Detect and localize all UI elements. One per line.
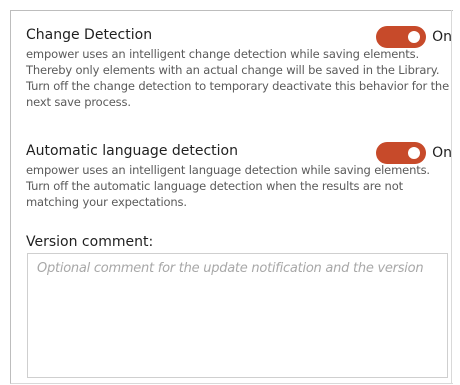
language-detection-section: Automatic language detection On empower … [26, 142, 452, 210]
change-detection-description: empower uses an intelligent change detec… [26, 47, 449, 109]
change-detection-toggle[interactable] [376, 26, 427, 48]
change-detection-section: Change Detection On empower uses an inte… [26, 26, 452, 110]
language-detection-toggle[interactable] [376, 142, 427, 164]
language-detection-toggle-group[interactable]: On [376, 142, 452, 164]
toggle-knob [408, 147, 421, 159]
version-comment-label: Version comment: [26, 234, 154, 250]
version-comment-input[interactable] [27, 253, 448, 378]
toggle-knob [408, 31, 421, 43]
change-detection-toggle-group[interactable]: On [376, 26, 452, 48]
language-detection-toggle-label: On [432, 145, 452, 161]
language-detection-description: empower uses an intelligent language det… [26, 163, 430, 209]
change-detection-toggle-label: On [432, 29, 452, 45]
